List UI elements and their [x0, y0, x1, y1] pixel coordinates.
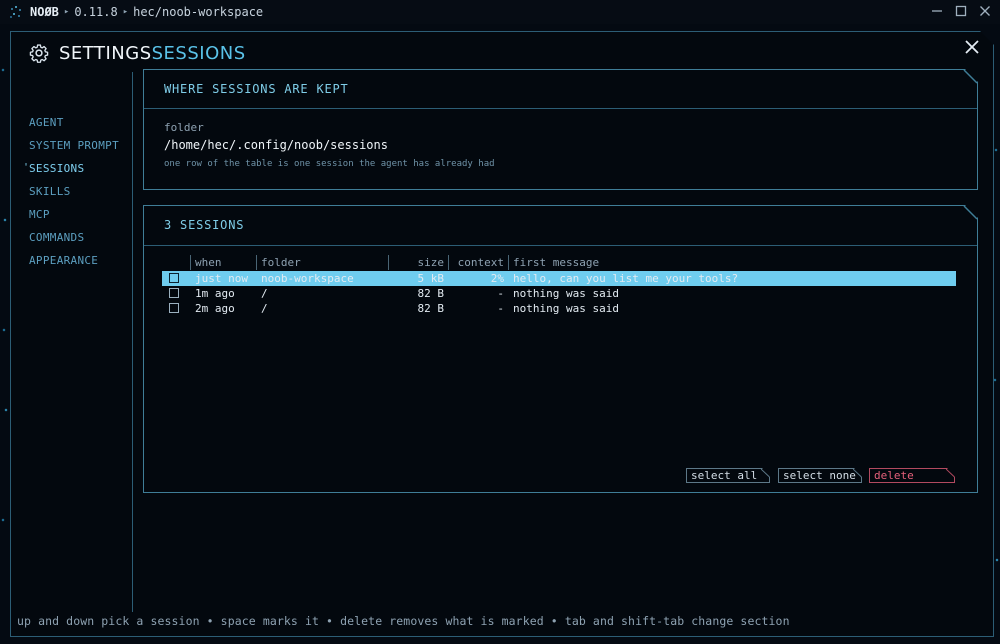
row-checkbox[interactable]: [162, 271, 190, 286]
column-header-size[interactable]: size: [388, 255, 448, 270]
sidebar-item-label: SESSIONS: [29, 162, 85, 175]
workspace-path: hec/noob-workspace: [133, 5, 264, 19]
cell-size: 82 B: [417, 302, 445, 315]
cell-when: 1m ago: [195, 287, 235, 300]
cell-folder: noob-workspace: [261, 272, 354, 285]
column-header-check: [162, 255, 190, 270]
window-titlebar: NOØB ▸ 0.11.8 ▸ hec/noob-workspace: [0, 0, 1000, 24]
select-none-button[interactable]: select none: [778, 468, 862, 483]
table-row[interactable]: 2m ago / 82 B - nothing was said: [162, 301, 956, 316]
cell-folder: /: [261, 287, 268, 300]
column-header-context[interactable]: context: [448, 255, 508, 270]
cell-first-message: hello, can you list me your tools?: [513, 272, 739, 285]
folder-label: folder: [164, 121, 204, 134]
app-name: NOØB: [30, 5, 59, 19]
checkbox[interactable]: [169, 288, 179, 298]
cell-first-message: nothing was said: [513, 302, 619, 315]
row-checkbox[interactable]: [162, 301, 190, 316]
table-header: when folder size context first message: [162, 254, 956, 271]
sidebar-item-system-prompt[interactable]: SYSTEM PROMPT: [29, 139, 119, 157]
cell-context: -: [497, 287, 504, 300]
sidebar-item-agent[interactable]: AGENT: [29, 116, 64, 134]
sessions-location-card: WHERE SESSIONS ARE KEPT folder /home/hec…: [143, 69, 978, 190]
cell-when: 2m ago: [195, 302, 235, 315]
separator: ▸: [122, 7, 129, 17]
sidebar-item-appearance[interactable]: APPEARANCE: [29, 254, 98, 272]
sidebar: AGENT SYSTEM PROMPT ' SESSIONS SKILLS MCP…: [11, 72, 133, 612]
settings-heading: SETTINGS: [59, 42, 152, 64]
cell-context: -: [497, 302, 504, 315]
sidebar-item-label: SYSTEM PROMPT: [29, 139, 119, 152]
sidebar-item-label: MCP: [29, 208, 50, 221]
noob-logo-icon: [8, 5, 24, 19]
section-heading: SESSIONS: [151, 42, 246, 64]
sidebar-item-mcp[interactable]: MCP: [29, 208, 50, 226]
card-title: 3 SESSIONS: [164, 218, 245, 232]
sessions-table-card: 3 SESSIONS when folder size context firs…: [143, 205, 978, 493]
checkbox[interactable]: [169, 273, 179, 283]
button-label: delete: [874, 469, 914, 482]
sidebar-item-skills[interactable]: SKILLS: [29, 185, 71, 203]
sidebar-item-commands[interactable]: COMMANDS: [29, 231, 84, 249]
cell-context: 2%: [490, 272, 504, 285]
table-row[interactable]: 1m ago / 82 B - nothing was said: [162, 286, 956, 301]
row-checkbox[interactable]: [162, 286, 190, 301]
maximize-icon[interactable]: [954, 3, 968, 19]
sidebar-item-label: SKILLS: [29, 185, 71, 198]
delete-button[interactable]: delete: [869, 468, 955, 483]
sessions-table: when folder size context first message j…: [162, 254, 956, 316]
cell-size: 82 B: [417, 287, 445, 300]
minimize-icon[interactable]: [930, 3, 944, 19]
page-title: SETTINGS SESSIONS: [29, 41, 246, 65]
sidebar-divider: [132, 72, 133, 612]
cell-size: 5 kB: [417, 272, 445, 285]
sidebar-item-label: COMMANDS: [29, 231, 85, 244]
cell-when: just now: [195, 272, 248, 285]
sidebar-item-label: AGENT: [29, 116, 64, 129]
app-version: 0.11.8: [74, 5, 118, 19]
folder-hint: one row of the table is one session the …: [164, 159, 495, 169]
gear-icon: [29, 43, 49, 63]
card-title: WHERE SESSIONS ARE KEPT: [164, 82, 349, 96]
card-divider: [144, 108, 977, 109]
button-label: select none: [783, 469, 856, 482]
checkbox[interactable]: [169, 303, 179, 313]
card-corner: [963, 69, 978, 84]
table-row[interactable]: just now noob-workspace 5 kB 2% hello, c…: [162, 271, 956, 286]
close-icon[interactable]: [961, 36, 983, 58]
keyboard-hints: up and down pick a session • space marks…: [17, 614, 790, 628]
active-marker: ': [23, 162, 30, 173]
sidebar-item-sessions[interactable]: ' SESSIONS: [23, 162, 85, 180]
settings-panel: SETTINGS SESSIONS AGENT SYSTEM PROMPT ' SE…: [10, 31, 994, 637]
window-close-icon[interactable]: [978, 3, 992, 19]
button-label: select all: [691, 469, 758, 482]
cell-first-message: nothing was said: [513, 287, 619, 300]
sidebar-item-label: APPEARANCE: [29, 254, 99, 267]
select-all-button[interactable]: select all: [686, 468, 770, 483]
cell-folder: /: [261, 302, 268, 315]
column-header-folder[interactable]: folder: [256, 255, 388, 270]
separator: ▸: [63, 7, 70, 17]
card-corner: [963, 205, 978, 220]
folder-path: /home/hec/.config/noob/sessions: [164, 138, 388, 152]
column-header-when[interactable]: when: [190, 255, 256, 270]
column-header-first-message[interactable]: first message: [508, 255, 956, 270]
card-divider: [144, 245, 977, 246]
